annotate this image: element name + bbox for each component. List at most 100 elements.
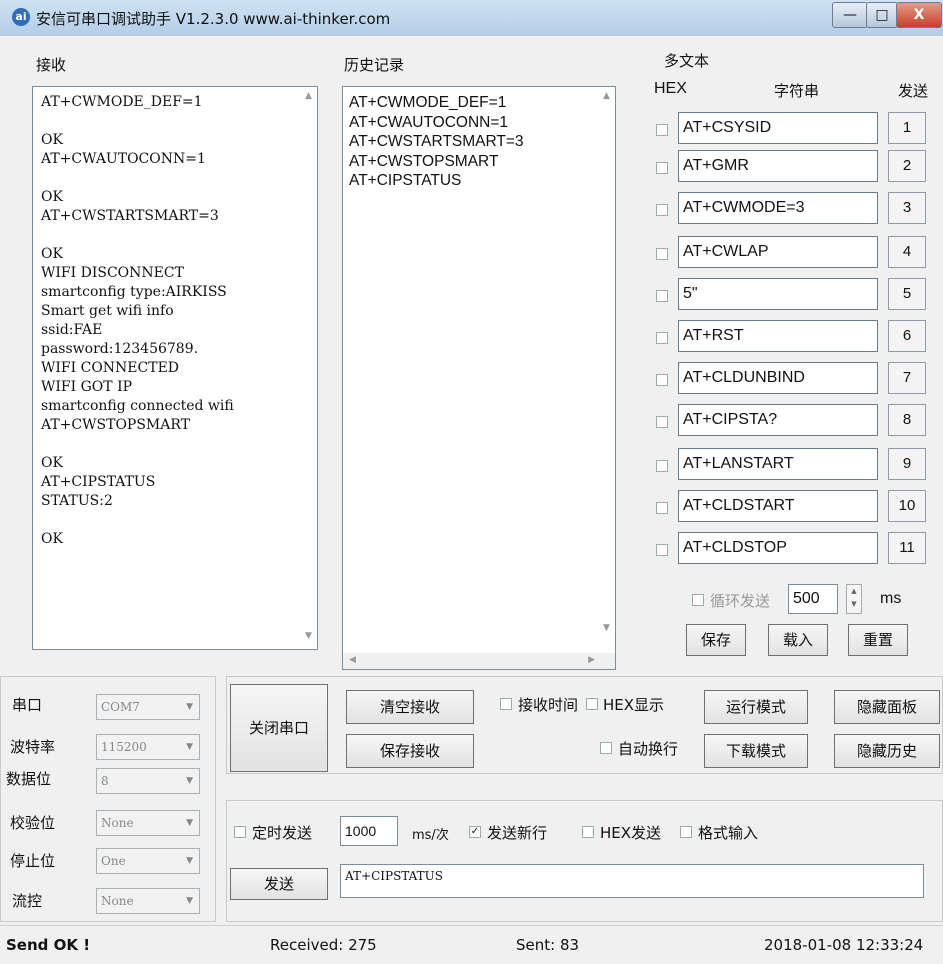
hex-checkbox[interactable]	[656, 290, 668, 302]
maximize-button[interactable]: □	[866, 2, 898, 28]
chevron-down-icon: ▼	[186, 818, 193, 828]
hex-checkbox[interactable]	[656, 248, 668, 260]
window-title: 安信可串口调试助手 V1.2.3.0 www.ai-thinker.com	[36, 10, 391, 28]
send-text-input[interactable]: AT+CIPSTATUS	[340, 864, 924, 898]
datetime-label: 2018-01-08 12:33:24	[764, 936, 924, 954]
flow-control-label: 流控	[12, 892, 43, 910]
history-hscrollbar[interactable]: ◀ ▶	[343, 653, 615, 669]
multitext-send-button[interactable]: 5	[888, 278, 926, 310]
flow-control-select[interactable]: None ▼	[96, 888, 200, 914]
multitext-send-button[interactable]: 4	[888, 236, 926, 268]
format-input-checkbox[interactable]	[680, 826, 692, 838]
hex-checkbox[interactable]	[656, 204, 668, 216]
save-receive-button[interactable]: 保存接收	[346, 734, 474, 768]
hex-checkbox[interactable]	[656, 544, 668, 556]
timed-send-label: 定时发送	[252, 824, 313, 842]
hex-checkbox[interactable]	[656, 162, 668, 174]
hex-display-label: HEX显示	[603, 696, 665, 714]
send-newline-checkbox[interactable]: ✓	[469, 826, 481, 838]
hex-checkbox[interactable]	[656, 460, 668, 472]
download-mode-button[interactable]: 下载模式	[704, 734, 808, 768]
send-newline-label: 发送新行	[487, 824, 548, 842]
multitext-send-button[interactable]: 8	[888, 404, 926, 436]
multitext-input[interactable]: AT+CWMODE=3	[678, 192, 878, 224]
parity-select[interactable]: None ▼	[96, 810, 200, 836]
multitext-send-button[interactable]: 10	[888, 490, 926, 522]
load-multitext-button[interactable]: 载入	[768, 624, 828, 656]
hide-history-button[interactable]: 隐藏历史	[834, 734, 940, 768]
multitext-input[interactable]: AT+CSYSID	[678, 112, 878, 144]
data-bits-select[interactable]: 8 ▼	[96, 768, 200, 794]
multitext-send-button[interactable]: 11	[888, 532, 926, 564]
multitext-send-button[interactable]: 6	[888, 320, 926, 352]
multitext-input[interactable]: AT+LANSTART	[678, 448, 878, 480]
chevron-down-icon: ▼	[186, 742, 193, 752]
multitext-send-button[interactable]: 7	[888, 362, 926, 394]
scroll-right-icon[interactable]: ▶	[588, 655, 595, 665]
multitext-send-button[interactable]: 2	[888, 150, 926, 182]
hex-display-checkbox[interactable]	[586, 698, 598, 710]
data-bits-label: 数据位	[6, 770, 52, 788]
baud-label: 波特率	[10, 738, 56, 756]
port-select[interactable]: COM7 ▼	[96, 694, 200, 720]
loop-interval-input[interactable]: 500	[788, 584, 838, 614]
scroll-down-icon[interactable]: ▼	[305, 631, 312, 641]
history-vscrollbar[interactable]: ▲ ▼	[599, 87, 615, 651]
history-list[interactable]: AT+CWMODE_DEF=1 AT+CWAUTOCONN=1 AT+CWSTA…	[342, 86, 616, 670]
send-controls-frame	[226, 800, 943, 922]
stop-bits-select[interactable]: One ▼	[96, 848, 200, 874]
multitext-input[interactable]: 5"	[678, 278, 878, 310]
run-mode-button[interactable]: 运行模式	[704, 690, 808, 724]
scroll-left-icon[interactable]: ◀	[349, 655, 356, 665]
multitext-input[interactable]: AT+CLDUNBIND	[678, 362, 878, 394]
save-multitext-button[interactable]: 保存	[686, 624, 746, 656]
multitext-input[interactable]: AT+RST	[678, 320, 878, 352]
multitext-input[interactable]: AT+CLDSTOP	[678, 532, 878, 564]
hex-checkbox[interactable]	[656, 124, 668, 136]
received-count: Received: 275	[270, 936, 377, 954]
chevron-down-icon: ▼	[186, 896, 193, 906]
reset-multitext-button[interactable]: 重置	[848, 624, 908, 656]
loop-send-checkbox[interactable]	[692, 594, 704, 606]
multitext-input[interactable]: AT+CIPSTA?	[678, 404, 878, 436]
scroll-up-icon[interactable]: ▲	[603, 91, 610, 101]
hex-checkbox[interactable]	[656, 374, 668, 386]
close-button[interactable]: X	[896, 2, 942, 28]
hex-checkbox[interactable]	[656, 332, 668, 344]
minimize-button[interactable]: —	[832, 2, 868, 28]
clear-receive-button[interactable]: 清空接收	[346, 690, 474, 724]
scroll-up-icon[interactable]: ▲	[305, 91, 312, 101]
timed-interval-input[interactable]: 1000	[340, 816, 398, 846]
sent-count: Sent: 83	[516, 936, 580, 954]
multitext-send-button[interactable]: 1	[888, 112, 926, 144]
send-button[interactable]: 发送	[230, 868, 328, 900]
auto-wrap-checkbox[interactable]	[600, 742, 612, 754]
receive-time-checkbox[interactable]	[500, 698, 512, 710]
auto-wrap-label: 自动换行	[618, 740, 679, 758]
multitext-send-button[interactable]: 3	[888, 192, 926, 224]
loop-interval-spinner[interactable]: ▲ ▼	[846, 584, 862, 614]
hex-column-header: HEX	[654, 80, 687, 97]
send-column-header: 发送	[898, 82, 929, 100]
app-window: ai 安信可串口调试助手 V1.2.3.0 www.ai-thinker.com…	[0, 0, 943, 964]
multitext-input[interactable]: AT+CLDSTART	[678, 490, 878, 522]
hex-checkbox[interactable]	[656, 502, 668, 514]
hide-panel-button[interactable]: 隐藏面板	[834, 690, 940, 724]
timed-send-checkbox[interactable]	[234, 826, 246, 838]
multitext-input[interactable]: AT+CWLAP	[678, 236, 878, 268]
multitext-input[interactable]: AT+GMR	[678, 150, 878, 182]
timed-unit-label: ms/次	[412, 828, 449, 843]
receive-textarea[interactable]: AT+CWMODE_DEF=1 OK AT+CWAUTOCONN=1 OK AT…	[32, 86, 318, 650]
close-port-button[interactable]: 关闭串口	[230, 684, 328, 772]
history-text: AT+CWMODE_DEF=1 AT+CWAUTOCONN=1 AT+CWSTA…	[349, 94, 524, 189]
multitext-send-button[interactable]: 9	[888, 448, 926, 480]
title-bar: ai 安信可串口调试助手 V1.2.3.0 www.ai-thinker.com…	[0, 0, 943, 36]
scroll-down-icon[interactable]: ▼	[603, 623, 610, 633]
hex-checkbox[interactable]	[656, 416, 668, 428]
receive-text: AT+CWMODE_DEF=1 OK AT+CWAUTOCONN=1 OK AT…	[41, 94, 234, 547]
baud-select[interactable]: 115200 ▼	[96, 734, 200, 760]
ai-icon: ai	[12, 8, 30, 26]
hex-send-checkbox[interactable]	[582, 826, 594, 838]
receive-scrollbar[interactable]: ▲ ▼	[301, 87, 317, 649]
receive-label: 接收	[36, 56, 67, 74]
